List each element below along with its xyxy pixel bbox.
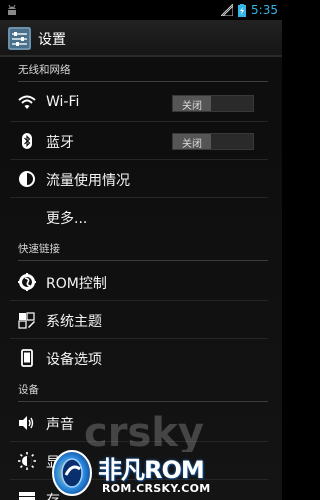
signal-icon [221, 4, 234, 16]
setting-item-data-usage[interactable]: 流量使用情况 [10, 160, 268, 198]
clock: 5:35 [251, 3, 278, 17]
page-title: 设置 [38, 32, 66, 48]
setting-label: 设备选项 [46, 352, 102, 368]
watermark-url: ROM.CRSKY.COM [102, 482, 211, 495]
toggle-label: 关闭 [182, 139, 202, 150]
section-header-wireless: 无线和网络 [18, 57, 268, 82]
crsky-logo-icon [52, 450, 92, 496]
action-bar: 设置 [0, 20, 282, 57]
section-header-device: 设备 [18, 377, 268, 402]
status-icons: 5:35 [221, 2, 278, 18]
speaker-icon [19, 416, 34, 430]
bluetooth-icon [22, 133, 32, 149]
settings-app-icon[interactable] [8, 27, 31, 50]
section-header-shortcuts: 快速链接 [18, 236, 268, 261]
section-title: 无线和网络 [18, 64, 71, 76]
watermark-brand: 非凡ROM [98, 456, 205, 484]
android-icon [8, 4, 16, 15]
setting-label: 流量使用情况 [46, 173, 130, 189]
watermark-ghost: crsky [84, 412, 204, 452]
theme-icon [18, 312, 35, 329]
setting-label: 声音 [46, 417, 74, 433]
setting-item-device-options[interactable]: 设备选项 [10, 339, 268, 377]
setting-item-rom-control[interactable]: ROM控制 [10, 263, 268, 301]
section-title: 快速链接 [18, 243, 60, 255]
rom-control-icon [18, 273, 36, 291]
setting-label: ROM控制 [46, 276, 107, 292]
toggle-label: 关闭 [182, 101, 202, 112]
section-title: 设备 [18, 384, 39, 396]
setting-label: 蓝牙 [46, 135, 74, 151]
setting-item-bluetooth[interactable]: 蓝牙 关闭 [10, 122, 268, 160]
setting-label: 更多... [46, 211, 88, 227]
setting-item-theme[interactable]: 系统主题 [10, 301, 268, 339]
wifi-toggle[interactable]: 关闭 [172, 95, 254, 112]
setting-item-more[interactable]: 更多... [10, 198, 268, 236]
storage-icon [19, 492, 35, 500]
brightness-icon [18, 452, 36, 470]
data-usage-icon [19, 171, 35, 187]
status-bar: 5:35 [0, 0, 282, 20]
battery-charging-icon [238, 3, 247, 17]
bluetooth-toggle[interactable]: 关闭 [172, 133, 254, 150]
wifi-icon [18, 95, 36, 109]
phone-icon [21, 349, 33, 367]
watermark-ghost-text: crsky [84, 412, 204, 452]
setting-label: Wi-Fi [46, 94, 80, 110]
setting-label: 系统主题 [46, 314, 102, 330]
setting-item-wifi[interactable]: Wi-Fi 关闭 [10, 84, 268, 122]
